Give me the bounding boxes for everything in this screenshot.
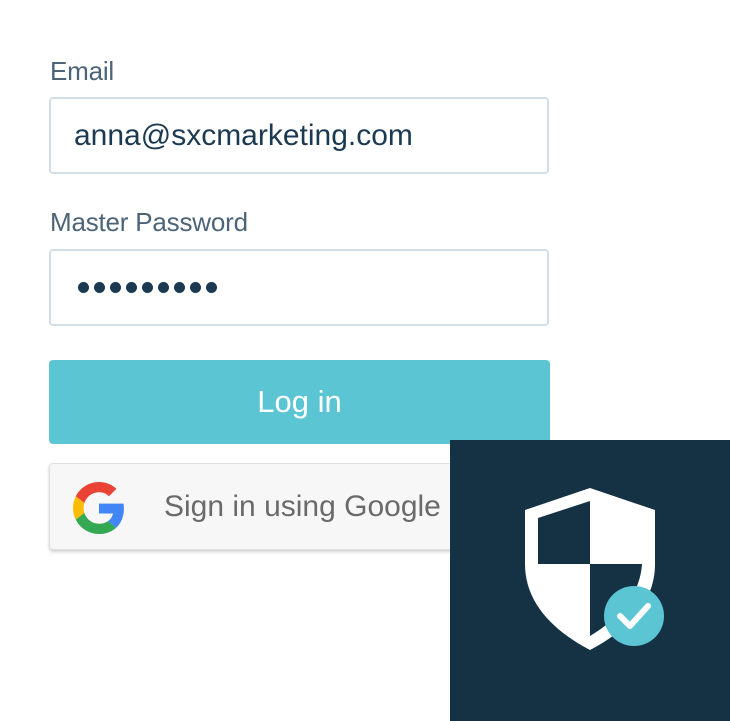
password-label: Master Password <box>50 207 248 237</box>
password-dot <box>94 282 105 293</box>
password-dot <box>110 282 121 293</box>
password-dot <box>126 282 137 293</box>
email-value: anna@sxcmarketing.com <box>74 118 413 152</box>
security-panel <box>450 440 730 721</box>
password-dot <box>206 282 217 293</box>
password-dot <box>78 282 89 293</box>
password-dot <box>190 282 201 293</box>
login-button-label: Log in <box>257 384 342 419</box>
password-field[interactable] <box>49 249 549 326</box>
password-dot <box>158 282 169 293</box>
password-dot <box>174 282 185 293</box>
login-button[interactable]: Log in <box>49 360 550 444</box>
google-g-icon <box>73 482 124 534</box>
google-button-label: Sign in using Google <box>164 490 441 523</box>
email-field[interactable]: anna@sxcmarketing.com <box>49 97 549 174</box>
email-label: Email <box>50 56 115 86</box>
password-dot <box>142 282 153 293</box>
shield-check-icon <box>525 488 664 650</box>
password-mask <box>74 282 217 293</box>
